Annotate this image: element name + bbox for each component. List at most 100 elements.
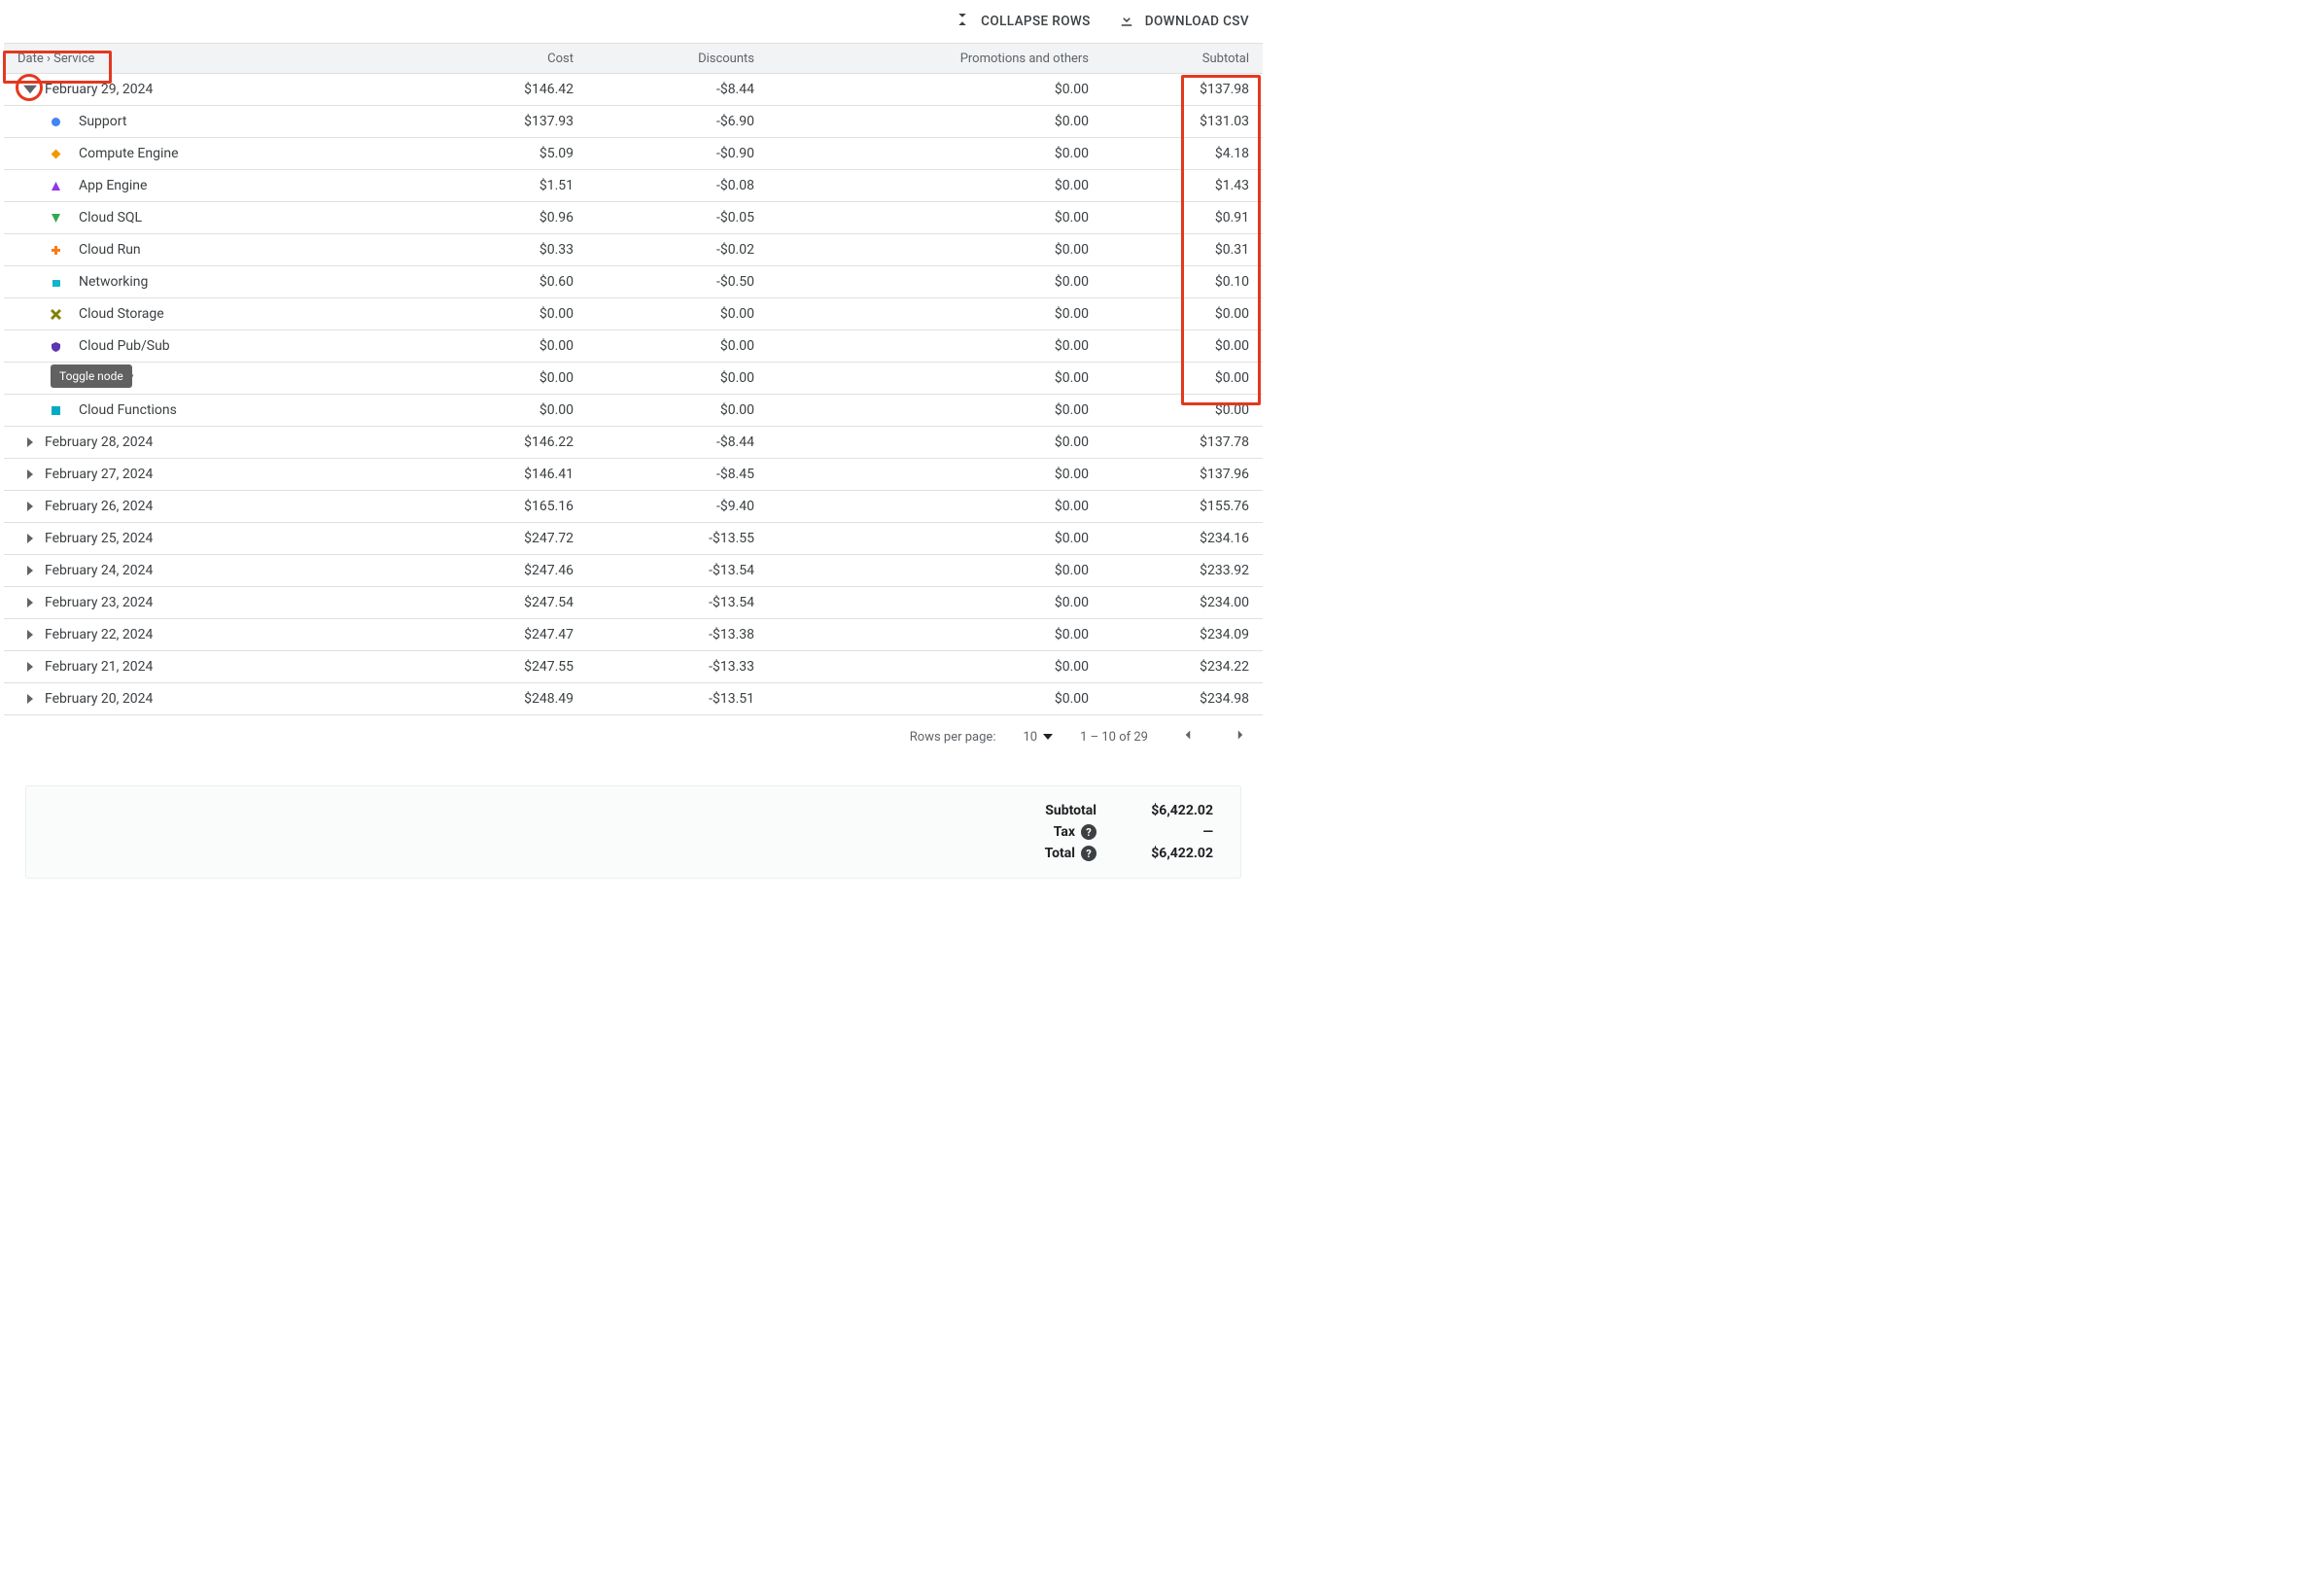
rows-per-page-label: Rows per page: bbox=[910, 730, 996, 745]
caret-right-icon[interactable] bbox=[23, 628, 37, 642]
caret-right-icon[interactable] bbox=[23, 500, 37, 513]
service-name: Compute Engine bbox=[79, 146, 179, 161]
pagination-bar: Rows per page: 10 1 – 10 of 29 bbox=[4, 715, 1263, 758]
service-row[interactable]: App Engine $1.51 -$0.08 $0.00 $1.43 bbox=[4, 170, 1263, 202]
service-marker-icon bbox=[51, 213, 61, 224]
date-row[interactable]: February 20, 2024 $248.49 -$13.51 $0.00 … bbox=[4, 683, 1263, 715]
date-row[interactable]: February 27, 2024 $146.41 -$8.45 $0.00 $… bbox=[4, 459, 1263, 491]
cell-cost: $0.00 bbox=[412, 306, 574, 322]
col-header-discounts[interactable]: Discounts bbox=[574, 52, 754, 66]
cell-subtotal: $155.76 bbox=[1089, 499, 1263, 514]
rows-per-page-select[interactable]: 10 bbox=[1023, 730, 1053, 745]
caret-right-icon[interactable] bbox=[23, 596, 37, 609]
caret-right-icon[interactable] bbox=[23, 532, 37, 545]
date-row[interactable]: February 25, 2024 $247.72 -$13.55 $0.00 … bbox=[4, 523, 1263, 555]
service-marker-icon bbox=[51, 341, 61, 352]
caret-right-icon[interactable] bbox=[23, 435, 37, 449]
table-header-row: Date › Service Cost Discounts Promotions… bbox=[4, 43, 1263, 74]
cell-subtotal: $137.98 bbox=[1089, 82, 1263, 97]
service-marker-icon bbox=[51, 405, 61, 416]
date-row[interactable]: February 24, 2024 $247.46 -$13.54 $0.00 … bbox=[4, 555, 1263, 587]
download-icon bbox=[1118, 11, 1135, 32]
service-row[interactable]: Cloud Pub/Sub $0.00 $0.00 $0.00 $0.00 bbox=[4, 330, 1263, 363]
cost-table: Date › Service Cost Discounts Promotions… bbox=[4, 43, 1263, 715]
date-label: February 25, 2024 bbox=[45, 531, 153, 546]
cell-discounts: $0.00 bbox=[574, 370, 754, 386]
help-icon[interactable]: ? bbox=[1081, 824, 1096, 840]
toggle-node-tooltip: Toggle node bbox=[51, 364, 132, 388]
service-name: App Engine bbox=[79, 178, 147, 193]
collapse-icon bbox=[954, 11, 971, 32]
service-marker-icon bbox=[51, 309, 61, 320]
caret-down-icon[interactable] bbox=[23, 83, 37, 96]
cell-subtotal: $233.92 bbox=[1089, 563, 1263, 578]
service-name: Networking bbox=[79, 274, 148, 290]
cell-subtotal: $0.31 bbox=[1089, 242, 1263, 258]
service-row[interactable]: Cloud Storage $0.00 $0.00 $0.00 $0.00 bbox=[4, 298, 1263, 330]
cell-promo: $0.00 bbox=[754, 563, 1089, 578]
service-row[interactable]: Compute Engine $5.09 -$0.90 $0.00 $4.18 bbox=[4, 138, 1263, 170]
date-row[interactable]: February 23, 2024 $247.54 -$13.54 $0.00 … bbox=[4, 587, 1263, 619]
collapse-rows-button[interactable]: COLLAPSE ROWS bbox=[954, 11, 1091, 32]
cell-subtotal: $4.18 bbox=[1089, 146, 1263, 161]
col-header-cost[interactable]: Cost bbox=[412, 52, 574, 66]
service-marker-icon bbox=[51, 117, 61, 127]
cell-promo: $0.00 bbox=[754, 146, 1089, 161]
date-label: February 28, 2024 bbox=[45, 434, 153, 450]
cell-cost: $247.54 bbox=[412, 595, 574, 610]
service-row[interactable]: Cloud Run $0.33 -$0.02 $0.00 $0.31 bbox=[4, 234, 1263, 266]
cell-subtotal: $234.22 bbox=[1089, 659, 1263, 675]
prev-page-button[interactable] bbox=[1175, 722, 1201, 751]
col-header-promo[interactable]: Promotions and others bbox=[754, 52, 1089, 66]
cell-discounts: -$8.44 bbox=[574, 82, 754, 97]
cell-subtotal: $0.00 bbox=[1089, 338, 1263, 354]
caret-right-icon[interactable] bbox=[23, 564, 37, 577]
cell-subtotal: $0.00 bbox=[1089, 306, 1263, 322]
next-page-button[interactable] bbox=[1228, 722, 1253, 751]
cell-discounts: -$9.40 bbox=[574, 499, 754, 514]
service-row[interactable]: BigQuery $0.00 $0.00 $0.00 $0.00 bbox=[4, 363, 1263, 395]
cell-promo: $0.00 bbox=[754, 499, 1089, 514]
cell-cost: $137.93 bbox=[412, 114, 574, 129]
cell-promo: $0.00 bbox=[754, 114, 1089, 129]
cell-subtotal: $0.10 bbox=[1089, 274, 1263, 290]
cell-cost: $146.22 bbox=[412, 434, 574, 450]
service-name: Cloud Functions bbox=[79, 402, 177, 418]
date-label: February 27, 2024 bbox=[45, 467, 153, 482]
service-row[interactable]: Networking $0.60 -$0.50 $0.00 $0.10 bbox=[4, 266, 1263, 298]
cell-discounts: -$13.54 bbox=[574, 563, 754, 578]
cell-subtotal: $1.43 bbox=[1089, 178, 1263, 193]
page-range: 1 – 10 of 29 bbox=[1080, 730, 1148, 745]
cell-promo: $0.00 bbox=[754, 691, 1089, 707]
cell-discounts: -$0.08 bbox=[574, 178, 754, 193]
col-header-name[interactable]: Date › Service bbox=[17, 52, 94, 66]
date-row[interactable]: February 28, 2024 $146.22 -$8.44 $0.00 $… bbox=[4, 427, 1263, 459]
date-label: February 23, 2024 bbox=[45, 595, 153, 610]
cell-promo: $0.00 bbox=[754, 659, 1089, 675]
cell-subtotal: $137.96 bbox=[1089, 467, 1263, 482]
cell-promo: $0.00 bbox=[754, 210, 1089, 226]
service-row[interactable]: Support $137.93 -$6.90 $0.00 $131.03 bbox=[4, 106, 1263, 138]
cell-cost: $247.72 bbox=[412, 531, 574, 546]
date-row[interactable]: February 22, 2024 $247.47 -$13.38 $0.00 … bbox=[4, 619, 1263, 651]
service-row[interactable]: Cloud SQL $0.96 -$0.05 $0.00 $0.91 bbox=[4, 202, 1263, 234]
cell-subtotal: $234.00 bbox=[1089, 595, 1263, 610]
service-name: Cloud Run bbox=[79, 242, 141, 258]
col-header-subtotal[interactable]: Subtotal bbox=[1089, 52, 1263, 66]
date-row[interactable]: February 26, 2024 $165.16 -$9.40 $0.00 $… bbox=[4, 491, 1263, 523]
date-row[interactable]: February 21, 2024 $247.55 -$13.33 $0.00 … bbox=[4, 651, 1263, 683]
date-label: February 29, 2024 bbox=[45, 82, 153, 97]
cell-promo: $0.00 bbox=[754, 402, 1089, 418]
caret-right-icon[interactable] bbox=[23, 468, 37, 481]
caret-right-icon[interactable] bbox=[23, 692, 37, 706]
help-icon[interactable]: ? bbox=[1081, 846, 1096, 861]
cell-cost: $0.96 bbox=[412, 210, 574, 226]
cell-cost: $247.46 bbox=[412, 563, 574, 578]
date-row-expanded[interactable]: February 29, 2024 $146.42 -$8.44 $0.00 $… bbox=[4, 74, 1263, 106]
cell-cost: $165.16 bbox=[412, 499, 574, 514]
download-csv-button[interactable]: DOWNLOAD CSV bbox=[1118, 11, 1249, 32]
cell-promo: $0.00 bbox=[754, 338, 1089, 354]
service-row[interactable]: Cloud Functions $0.00 $0.00 $0.00 $0.00 bbox=[4, 395, 1263, 427]
caret-right-icon[interactable] bbox=[23, 660, 37, 674]
cell-cost: $5.09 bbox=[412, 146, 574, 161]
